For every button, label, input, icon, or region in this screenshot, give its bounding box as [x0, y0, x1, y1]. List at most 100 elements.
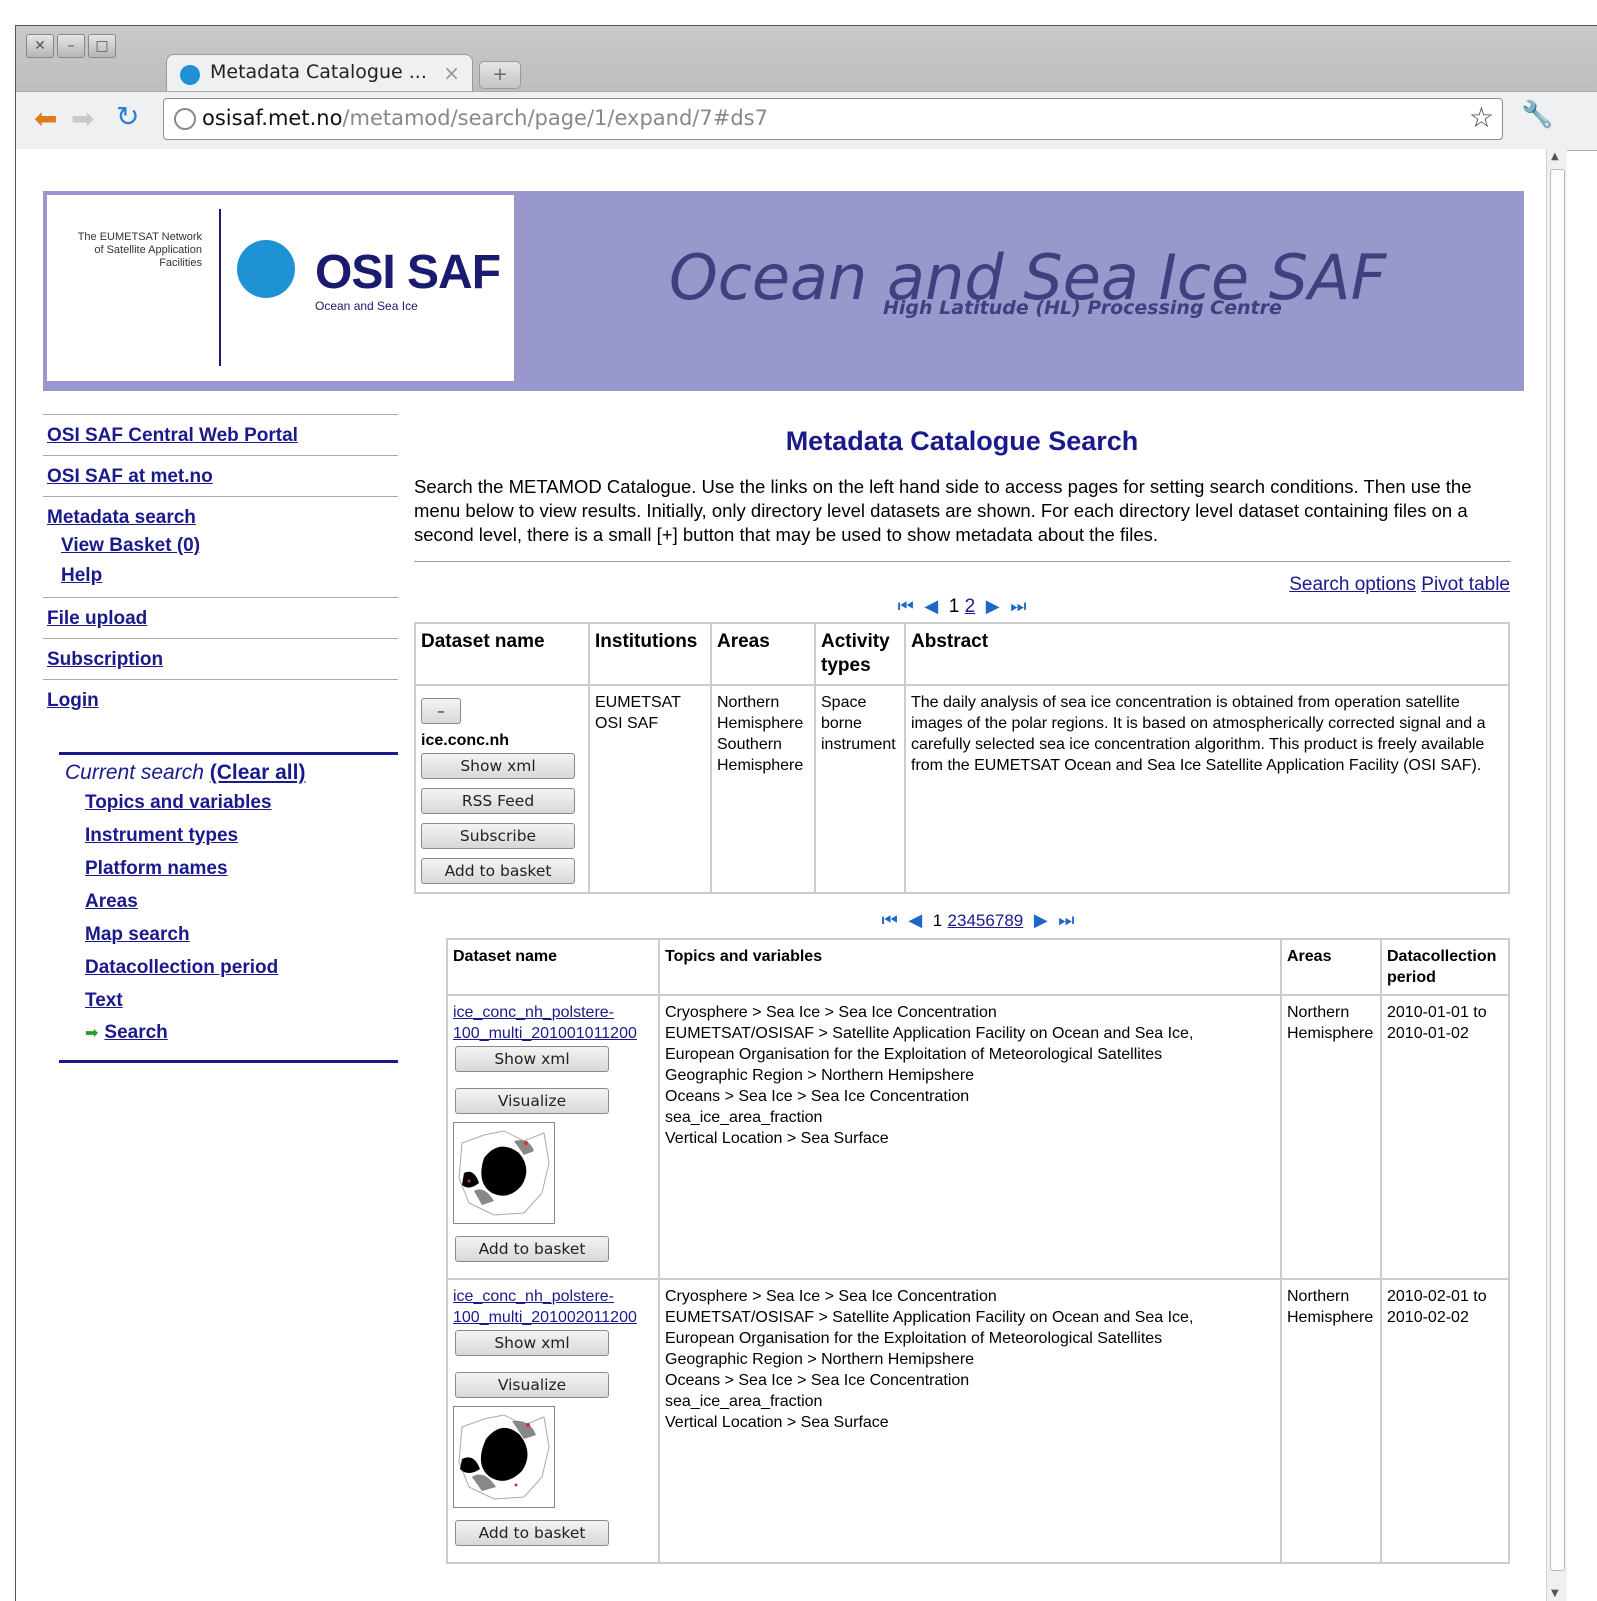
page-link[interactable]: 2 [948, 911, 957, 930]
dataset-file-link[interactable]: ice_conc_nh_polstere- 100_multi_201002011… [453, 1288, 637, 1326]
sidebar-link-osisaf-met[interactable]: OSI SAF at met.no [47, 466, 394, 488]
add-to-basket-button[interactable]: Add to basket [455, 1520, 609, 1546]
add-to-basket-button[interactable]: Add to basket [421, 858, 575, 884]
vertical-scrollbar[interactable]: ▲ ▼ [1546, 149, 1567, 1601]
platform-names-link[interactable]: Platform names [59, 851, 398, 884]
site-banner: The EUMETSAT Network of Satellite Applic… [43, 191, 1524, 391]
rss-feed-button[interactable]: RSS Feed [421, 788, 575, 814]
period-cell: 2010-02-01 to 2010-02-02 [1380, 1278, 1510, 1564]
browser-toolbar: ⬅ ➡ ↻ osisaf.met.no/metamod/search/page/… [16, 91, 1597, 151]
last-page-icon[interactable]: ⏭ [1010, 596, 1026, 617]
sidebar-link-view-basket[interactable]: View Basket (0) [61, 535, 394, 557]
address-bar[interactable]: osisaf.met.no/metamod/search/page/1/expa… [163, 98, 1503, 140]
dataset-file-link[interactable]: ice_conc_nh_polstere- 100_multi_201001011… [453, 1004, 637, 1042]
reload-icon[interactable]: ↻ [116, 100, 139, 133]
minimize-window-button[interactable]: – [57, 34, 85, 58]
col-file-areas: Areas [1280, 938, 1382, 996]
areas-link[interactable]: Areas [59, 884, 398, 917]
next-page-icon[interactable]: ▶ [1034, 910, 1048, 931]
col-topics-variables: Topics and variables [658, 938, 1282, 996]
file-name-cell: ice_conc_nh_polstere- 100_multi_201001011… [446, 994, 660, 1280]
clear-all-link[interactable]: (Clear all) [210, 761, 306, 784]
page-link[interactable]: 8 [1004, 911, 1013, 930]
osisaf-logo[interactable]: The EUMETSAT Network of Satellite Applic… [47, 195, 514, 381]
page-link[interactable]: 5 [976, 911, 985, 930]
sidebar-link-central-portal[interactable]: OSI SAF Central Web Portal [47, 425, 394, 447]
dataset-file-link-line2: 100_multi_201001011200 [453, 1025, 637, 1042]
map-search-link[interactable]: Map search [59, 917, 398, 950]
sidebar-link-metadata-search[interactable]: Metadata search [47, 507, 394, 529]
col-activity-types: Activity types [814, 622, 906, 686]
page-link[interactable]: 6 [985, 911, 994, 930]
back-arrow-icon[interactable]: ⬅ [34, 102, 57, 135]
osisaf-logo-word: OSI SAF [315, 246, 501, 299]
first-page-icon[interactable]: ⏮ [898, 596, 914, 617]
pager-bottom: ⏮ ◀ 1 23456789 ▶ ⏭ [414, 910, 1510, 932]
topics-variables-link[interactable]: Topics and variables [59, 785, 398, 818]
osisaf-logo-sub: Ocean and Sea Ice [315, 299, 418, 313]
bookmark-star-icon[interactable]: ☆ [1469, 101, 1494, 134]
close-window-button[interactable]: ✕ [26, 34, 54, 58]
subscribe-button[interactable]: Subscribe [421, 823, 575, 849]
scroll-down-icon[interactable]: ▼ [1551, 1588, 1559, 1599]
add-to-basket-button[interactable]: Add to basket [455, 1236, 609, 1262]
sidebar-link-file-upload[interactable]: File upload [47, 608, 394, 630]
sidebar-item-metadata-search: Metadata search [43, 496, 398, 531]
search-item: ➡ Search [59, 1016, 398, 1044]
page-link-2[interactable]: 2 [965, 596, 976, 617]
areas-cell: Northern Hemisphere Southern Hemisphere [710, 684, 816, 894]
forward-arrow-icon[interactable]: ➡ [71, 102, 94, 135]
visualize-button[interactable]: Visualize [455, 1372, 609, 1398]
next-page-icon[interactable]: ▶ [986, 596, 1000, 617]
maximize-window-button[interactable]: □ [88, 34, 116, 58]
page-link[interactable]: 4 [966, 911, 975, 930]
url-text[interactable]: osisaf.met.no/metamod/search/page/1/expa… [202, 106, 768, 130]
search-link[interactable]: Search [104, 1022, 167, 1043]
intro-text: Search the METAMOD Catalogue. Use the li… [414, 476, 1472, 545]
prev-page-icon[interactable]: ◀ [924, 596, 938, 617]
divider [414, 561, 1510, 562]
scroll-up-icon[interactable]: ▲ [1551, 151, 1559, 162]
sidebar-link-help[interactable]: Help [61, 565, 394, 587]
sidebar-item-view-basket: View Basket (0) [43, 531, 398, 561]
browser-tab[interactable]: Metadata Catalogue ... × [166, 54, 473, 92]
topic-line: Vertical Location > Sea Surface [665, 1414, 889, 1431]
dataset-name-cell: – ice.conc.nh Show xml RSS Feed Subscrib… [414, 684, 590, 894]
sidebar-item-osisaf-met: OSI SAF at met.no [43, 455, 398, 496]
sidebar-link-subscription[interactable]: Subscription [47, 649, 394, 671]
show-xml-button[interactable]: Show xml [421, 753, 575, 779]
text-link[interactable]: Text [59, 983, 398, 1016]
page-link[interactable]: 7 [995, 911, 1004, 930]
sidebar-link-login[interactable]: Login [47, 690, 394, 712]
visualize-button[interactable]: Visualize [455, 1088, 609, 1114]
current-page: 1 [932, 911, 943, 930]
show-xml-button[interactable]: Show xml [455, 1330, 609, 1356]
collapse-button[interactable]: – [421, 698, 461, 724]
first-page-icon[interactable]: ⏮ [882, 910, 898, 931]
instrument-types-link[interactable]: Instrument types [59, 818, 398, 851]
prev-page-icon[interactable]: ◀ [908, 910, 922, 931]
page-viewport: The EUMETSAT Network of Satellite Applic… [16, 149, 1546, 1601]
datacollection-period-link[interactable]: Datacollection period [59, 950, 398, 983]
browser-window: ✕ – □ Metadata Catalogue ... × + ⬅ ➡ ↻ o… [15, 25, 1597, 1601]
new-tab-button[interactable]: + [479, 61, 521, 89]
tab-close-icon[interactable]: × [443, 61, 460, 85]
sidebar-item-central-portal: OSI SAF Central Web Portal [43, 414, 398, 455]
pivot-table-link[interactable]: Pivot table [1421, 574, 1510, 595]
search-options-link[interactable]: Search options [1289, 574, 1416, 595]
topic-line: EUMETSAT/OSISAF > Satellite Application … [665, 1309, 1194, 1326]
scrollbar-thumb[interactable] [1550, 169, 1565, 1571]
last-page-icon[interactable]: ⏭ [1058, 910, 1074, 931]
ice-map-thumbnail[interactable] [453, 1406, 555, 1508]
topics-cell: Cryosphere > Sea Ice > Sea Ice Concentra… [658, 994, 1282, 1280]
col-file-dataset-name: Dataset name [446, 938, 660, 996]
page-link[interactable]: 9 [1014, 911, 1023, 930]
ice-map-thumbnail[interactable] [453, 1122, 555, 1224]
wrench-icon[interactable]: 🔧 [1521, 100, 1553, 130]
sidebar-item-file-upload: File upload [43, 597, 398, 638]
topic-line: Oceans > Sea Ice > Sea Ice Concentration [665, 1372, 970, 1389]
col-abstract: Abstract [904, 622, 1510, 686]
current-search-heading: Current search (Clear all) [59, 761, 398, 785]
url-host: osisaf.met.no [202, 106, 343, 130]
show-xml-button[interactable]: Show xml [455, 1046, 609, 1072]
